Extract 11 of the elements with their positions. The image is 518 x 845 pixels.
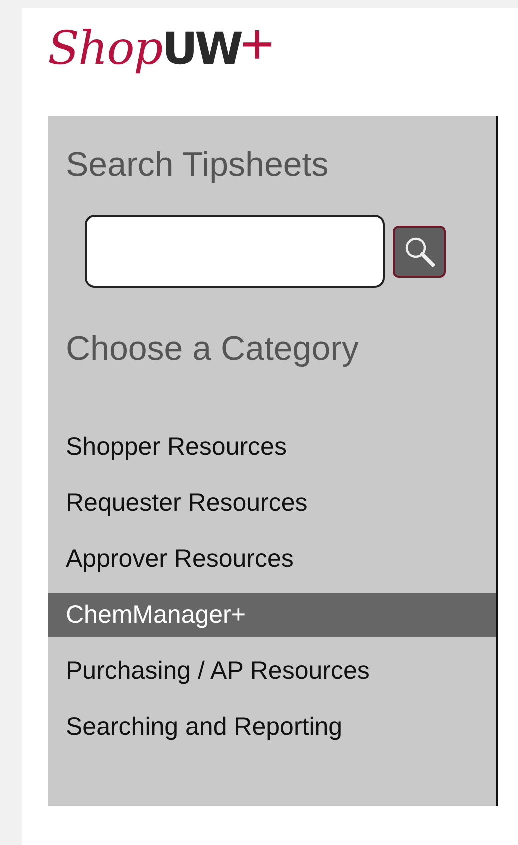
category-item[interactable]: Requester Resources <box>48 475 496 531</box>
category-item[interactable]: ChemManager+ <box>48 593 496 637</box>
category-item[interactable]: Purchasing / AP Resources <box>48 643 496 699</box>
section-heading: Search Tipsheets <box>65 146 330 185</box>
category-item[interactable]: Approver Resources <box>48 531 496 587</box>
logo: ShopUW+ <box>48 22 274 72</box>
search-field[interactable] <box>85 215 385 288</box>
search-button[interactable] <box>393 226 446 278</box>
category-item[interactable]: Shopper Resources <box>48 419 496 475</box>
category-item[interactable]: Searching and Reporting <box>48 699 496 755</box>
section-heading: Choose a Category <box>65 330 360 369</box>
